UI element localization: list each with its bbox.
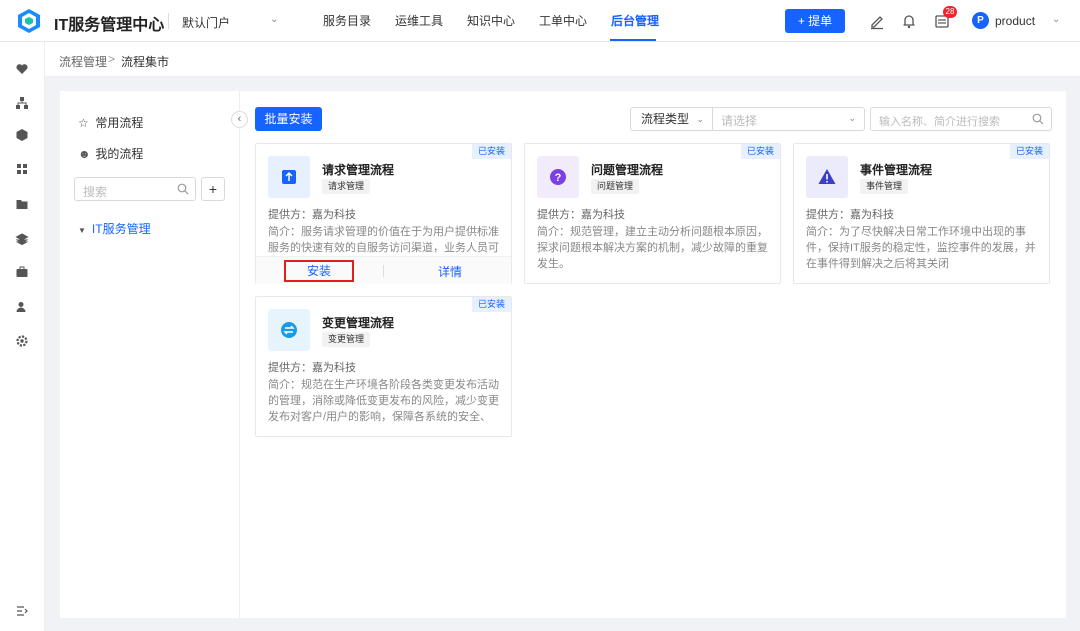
username[interactable]: product bbox=[995, 14, 1035, 28]
card-provider: 提供方：嘉为科技 bbox=[268, 209, 356, 221]
status-badge: 已安装 bbox=[471, 297, 511, 312]
search-icon[interactable] bbox=[1032, 113, 1044, 125]
nav-ops-tools[interactable]: 运维工具 bbox=[395, 0, 443, 42]
detail-button[interactable]: 详情 bbox=[438, 263, 462, 280]
grid-icon[interactable] bbox=[15, 162, 29, 176]
flow-card-incident[interactable]: 已安装 事件管理流程 事件管理 提供方：嘉为科技 简介：为了尽快解决日常工作环境… bbox=[793, 143, 1050, 284]
sidebar-item-label: 我的流程 bbox=[95, 147, 144, 161]
card-provider: 提供方：嘉为科技 bbox=[537, 209, 625, 221]
tree-item-it-service[interactable]: ▼ IT服务管理 bbox=[78, 220, 151, 237]
card-icon-box bbox=[268, 309, 310, 351]
tree-item-label: IT服务管理 bbox=[91, 222, 151, 236]
divider bbox=[383, 265, 384, 277]
gear-icon[interactable] bbox=[15, 334, 29, 348]
flow-type-label[interactable]: 流程类型 ⌄ bbox=[631, 108, 713, 130]
card-provider: 提供方：嘉为科技 bbox=[268, 362, 356, 374]
card-actions: 安装 详情 bbox=[256, 256, 511, 284]
card-provider: 提供方：嘉为科技 bbox=[806, 209, 894, 221]
status-badge: 已安装 bbox=[740, 144, 780, 159]
top-bar: IT服务管理中心 默认门户 ⌄ 服务目录 运维工具 知识中心 工单中心 后台管理… bbox=[0, 0, 1080, 42]
nav-admin[interactable]: 后台管理 bbox=[611, 0, 659, 42]
card-tag: 请求管理 bbox=[322, 179, 371, 194]
hierarchy-icon[interactable] bbox=[15, 96, 29, 110]
bell-icon[interactable] bbox=[900, 12, 918, 30]
side-nav bbox=[0, 42, 45, 631]
portal-selector[interactable]: 默认门户 bbox=[182, 14, 230, 31]
breadcrumb-current: 流程集市 bbox=[121, 55, 170, 69]
collapse-menu-icon[interactable] bbox=[16, 605, 28, 617]
sidebar-item-common-flows[interactable]: ☆ 常用流程 bbox=[78, 114, 143, 131]
caret-down-icon[interactable]: ▼ bbox=[78, 226, 86, 235]
chevron-down-icon[interactable]: ⌄ bbox=[848, 113, 856, 124]
card-description: 简介：服务请求管理的价值在于为用户提供标准服务的快速有效的自服务访问渠道，业务人… bbox=[268, 226, 499, 254]
avatar[interactable]: P bbox=[972, 12, 989, 29]
swap-icon bbox=[281, 322, 297, 338]
batch-install-button[interactable]: 批量安装 bbox=[255, 107, 322, 131]
heart-icon[interactable] bbox=[15, 62, 29, 76]
sidebar-search-input[interactable]: 搜索 bbox=[74, 177, 196, 201]
status-badge: 已安装 bbox=[471, 144, 511, 159]
divider bbox=[168, 13, 169, 29]
collapse-panel-button[interactable]: ‹ bbox=[231, 111, 248, 128]
submit-ticket-button[interactable]: + 提单 bbox=[785, 9, 845, 33]
sidebar-item-label: 常用流程 bbox=[95, 116, 144, 130]
breadcrumb-parent[interactable]: 流程管理 bbox=[59, 53, 107, 70]
app-title: IT服务管理中心 bbox=[54, 17, 165, 34]
warning-icon bbox=[818, 169, 836, 184]
card-title: 事件管理流程 bbox=[860, 163, 933, 177]
user-icon: ☻ bbox=[78, 147, 91, 161]
left-panel: ☆ 常用流程 ☻ 我的流程 搜索 + ▼ IT服务管理 bbox=[60, 91, 240, 618]
folder-icon[interactable] bbox=[15, 197, 29, 211]
app-logo-icon[interactable] bbox=[16, 8, 42, 34]
card-description: 简介：规范管理，建立主动分析问题根本原因，探求问题根本解决方案的机制，减少故障的… bbox=[537, 226, 768, 270]
install-button[interactable]: 安装 bbox=[284, 260, 354, 282]
user-settings-icon[interactable] bbox=[15, 300, 29, 314]
card-tag: 事件管理 bbox=[860, 179, 909, 194]
card-description: 简介：规范在生产环境各阶段各类变更发布活动的管理，消除或降低变更发布的风险，减少… bbox=[268, 379, 499, 423]
cube-icon[interactable] bbox=[15, 128, 29, 142]
chevron-down-icon[interactable]: ⌄ bbox=[1052, 14, 1060, 25]
breadcrumb: 流程管理 > 流程集市 bbox=[45, 42, 1080, 77]
question-icon: ? bbox=[550, 169, 566, 185]
search-placeholder: 搜索 bbox=[83, 185, 108, 199]
card-title: 变更管理流程 bbox=[322, 316, 395, 330]
notification-badge: 28 bbox=[943, 6, 957, 18]
svg-text:?: ? bbox=[555, 172, 562, 184]
upload-icon bbox=[282, 170, 296, 184]
toolbox-icon[interactable] bbox=[15, 265, 29, 279]
flow-card-change[interactable]: 已安装 变更管理流程 变更管理 提供方：嘉为科技 简介：规范在生产环境各阶段各类… bbox=[255, 296, 512, 437]
card-tag: 问题管理 bbox=[591, 179, 640, 194]
breadcrumb-separator: > bbox=[108, 52, 116, 66]
edit-icon[interactable] bbox=[868, 12, 886, 30]
card-icon-box: ? bbox=[537, 156, 579, 198]
flow-card-request[interactable]: 已安装 请求管理流程 请求管理 提供方：嘉为科技 简介：服务请求管理的价值在于为… bbox=[255, 143, 512, 284]
sidebar-item-my-flows[interactable]: ☻ 我的流程 bbox=[78, 145, 143, 162]
nav-service-catalog[interactable]: 服务目录 bbox=[323, 0, 371, 42]
chevron-down-icon: ⌄ bbox=[696, 114, 704, 124]
search-input[interactable]: 输入名称、简介进行搜索 bbox=[870, 107, 1052, 131]
active-nav-indicator bbox=[610, 39, 656, 41]
flow-type-select[interactable]: 请选择 bbox=[721, 112, 757, 129]
nav-knowledge-center[interactable]: 知识中心 bbox=[467, 0, 515, 42]
flow-type-label-text: 流程类型 bbox=[641, 112, 690, 126]
search-icon[interactable] bbox=[177, 183, 189, 195]
card-title: 问题管理流程 bbox=[591, 163, 664, 177]
chevron-down-icon[interactable]: ⌄ bbox=[270, 14, 278, 25]
card-description: 简介：为了尽快解决日常工作环境中出现的事件，保持IT服务的稳定性，监控事件的发展… bbox=[806, 226, 1036, 270]
flow-type-filter[interactable]: 流程类型 ⌄ 请选择 ⌄ bbox=[630, 107, 865, 131]
add-flow-button[interactable]: + bbox=[201, 177, 225, 201]
card-icon-box bbox=[268, 156, 310, 198]
star-icon: ☆ bbox=[78, 116, 89, 130]
status-badge: 已安装 bbox=[1009, 144, 1049, 159]
flow-card-problem[interactable]: 已安装 ? 问题管理流程 问题管理 提供方：嘉为科技 简介：规范管理，建立主动分… bbox=[524, 143, 781, 284]
card-icon-box bbox=[806, 156, 848, 198]
layers-icon[interactable] bbox=[15, 232, 29, 246]
nav-ticket-center[interactable]: 工单中心 bbox=[539, 0, 587, 42]
card-tag: 变更管理 bbox=[322, 332, 371, 347]
search-placeholder: 输入名称、简介进行搜索 bbox=[879, 116, 1000, 128]
main-content: ☆ 常用流程 ☻ 我的流程 搜索 + ▼ IT服务管理 ‹ 批量安装 流程类型 ⌄… bbox=[60, 91, 1066, 618]
card-title: 请求管理流程 bbox=[322, 163, 395, 177]
